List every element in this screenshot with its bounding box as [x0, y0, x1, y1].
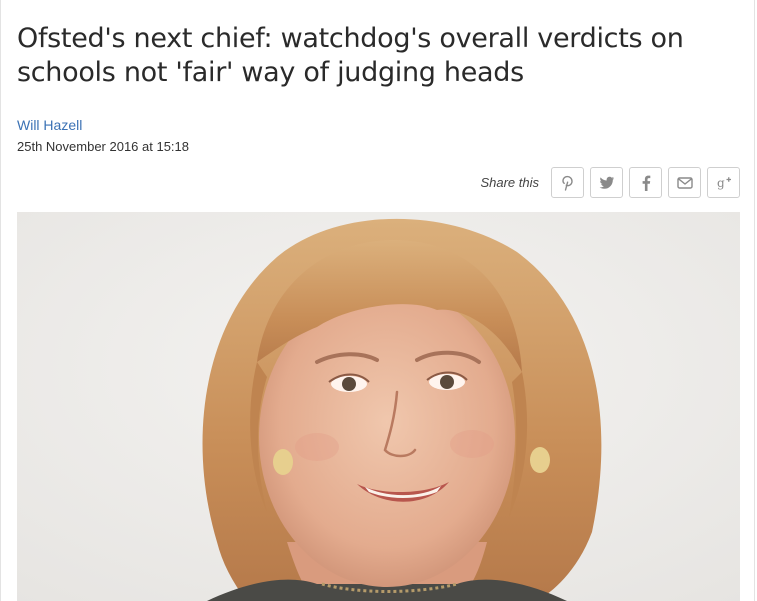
facebook-icon: [642, 175, 650, 191]
svg-text:g: g: [717, 176, 725, 190]
article-hero-image: [17, 212, 740, 601]
publish-date: 25th November 2016 at 15:18: [17, 139, 190, 154]
portrait-photo: [17, 212, 740, 601]
pinterest-icon: [561, 175, 573, 191]
google-plus-share-button[interactable]: g: [707, 167, 740, 198]
twitter-icon: [599, 176, 614, 189]
google-plus-icon: g: [717, 176, 731, 190]
twitter-share-button[interactable]: [590, 167, 623, 198]
facebook-share-button[interactable]: [629, 167, 662, 198]
article-headline: Ofsted's next chief: watchdog's overall …: [17, 23, 684, 88]
pinterest-share-button[interactable]: [551, 167, 584, 198]
email-share-button[interactable]: [668, 167, 701, 198]
share-label: Share this: [480, 175, 539, 190]
author-link[interactable]: Will Hazell: [17, 117, 82, 133]
share-bar: Share this g: [480, 167, 740, 198]
email-icon: [676, 176, 693, 189]
